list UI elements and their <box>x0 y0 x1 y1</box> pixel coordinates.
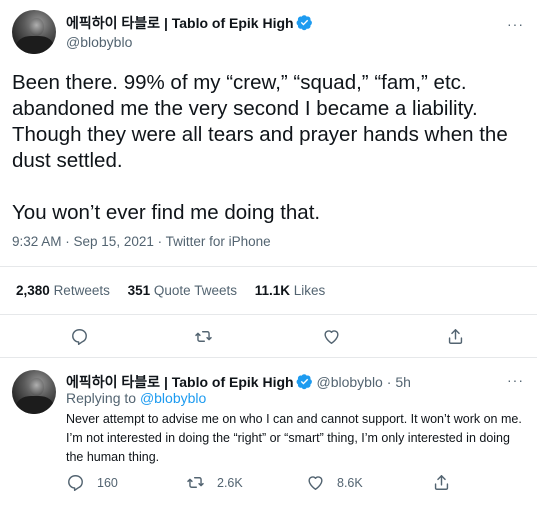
replying-to-label: Replying to <box>66 390 137 406</box>
reply-icon <box>68 475 83 492</box>
quote-tweets-stat[interactable]: 351 Quote Tweets <box>128 283 237 298</box>
avatar-face <box>28 17 44 36</box>
reply-icon <box>72 329 87 346</box>
reply-button[interactable] <box>70 327 89 346</box>
divider <box>0 357 537 358</box>
retweet-count: 2.6K <box>217 475 243 490</box>
heart-icon <box>308 476 323 490</box>
retweet-button[interactable] <box>194 327 213 346</box>
heart-icon <box>324 330 339 344</box>
avatar-body <box>16 395 54 414</box>
more-options-icon[interactable]: ··· <box>507 372 524 388</box>
retweet-icon <box>187 477 204 488</box>
verified-badge-icon <box>296 15 312 31</box>
share-button[interactable] <box>446 327 465 346</box>
author-handle[interactable]: @blobyblo <box>316 374 382 390</box>
like-button[interactable]: 8.6K <box>306 473 363 492</box>
reply-button[interactable]: 160 <box>66 473 118 492</box>
avatar[interactable] <box>12 370 56 414</box>
display-name[interactable]: 에픽하이 타블로 | Tablo of Epik High <box>66 374 294 390</box>
more-options-icon[interactable]: ··· <box>507 16 524 32</box>
tweet-text-paragraph: You won’t ever find me doing that. <box>12 201 321 224</box>
display-name[interactable]: 에픽하이 타블로 | Tablo of Epik High <box>66 15 294 31</box>
share-button[interactable] <box>432 473 451 492</box>
reply-count: 160 <box>97 475 118 490</box>
retweets-stat[interactable]: 2,380 Retweets <box>16 283 110 298</box>
reply-author-line: 에픽하이 타블로 | Tablo of Epik High @blobyblo … <box>66 372 411 392</box>
avatar-face <box>28 377 44 396</box>
author-handle[interactable]: @blobyblo <box>66 34 132 50</box>
replying-to-link[interactable]: @blobyblo <box>140 390 206 406</box>
author-name[interactable]: 에픽하이 타블로 | Tablo of Epik High <box>66 13 313 33</box>
avatar-body <box>16 35 54 54</box>
divider <box>0 314 537 315</box>
reply-tweet-text: Never attempt to advise me on who I can … <box>66 412 522 464</box>
like-button[interactable] <box>322 327 341 346</box>
avatar[interactable] <box>12 10 56 54</box>
tweet-text-paragraph: Been there. 99% of my “crew,” “squad,” “… <box>12 71 508 172</box>
share-icon <box>448 329 463 344</box>
share-icon <box>434 475 449 490</box>
retweet-button[interactable]: 2.6K <box>186 473 243 492</box>
replying-to: Replying to @blobyblo <box>66 390 206 406</box>
tweet-timestamp[interactable]: 9:32 AM · Sep 15, 2021 · Twitter for iPh… <box>12 234 271 249</box>
verified-badge-icon <box>296 374 312 390</box>
retweet-icon <box>195 331 212 342</box>
tweet-text: Been there. 99% of my “crew,” “squad,” “… <box>12 70 532 226</box>
divider <box>0 266 537 267</box>
separator-dot: · <box>386 374 392 390</box>
like-count: 8.6K <box>337 475 363 490</box>
likes-stat[interactable]: 11.1K Likes <box>255 283 326 298</box>
engagement-stats: 2,380 Retweets 351 Quote Tweets 11.1K Li… <box>16 283 339 298</box>
tweet-time[interactable]: 5h <box>395 374 411 390</box>
